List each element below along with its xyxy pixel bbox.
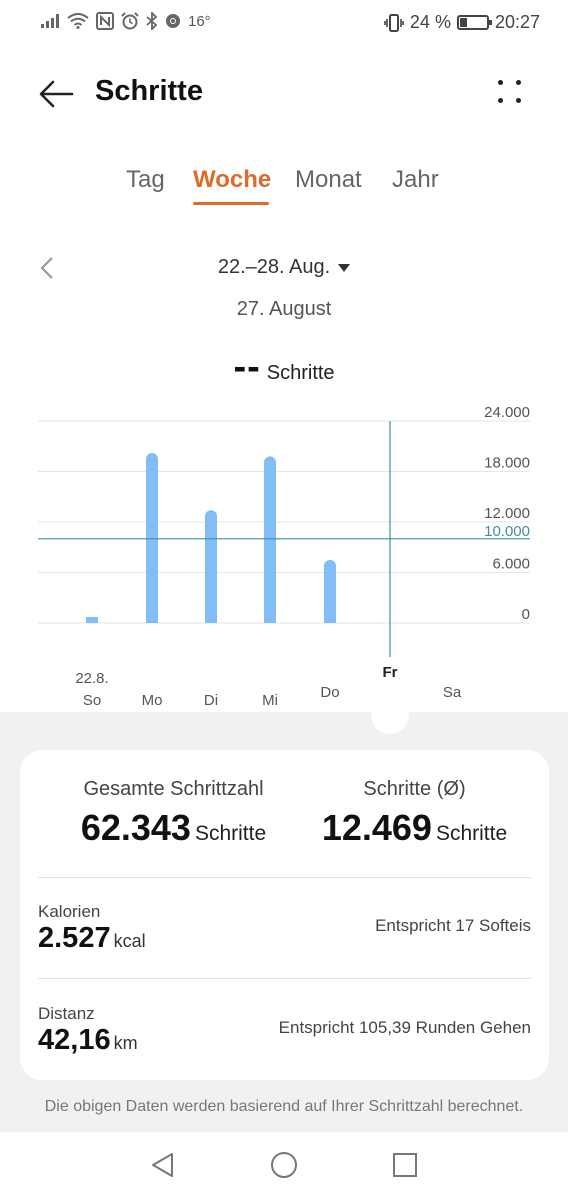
x-tick-label: Fr: [383, 664, 398, 681]
bar-base: [264, 617, 276, 623]
dot-icon: [498, 80, 503, 85]
total-steps-stat: Gesamte Schrittzahl 62.343 Schritte: [20, 778, 327, 849]
calories-unit: kcal: [113, 931, 146, 951]
divider: [38, 877, 531, 878]
x-tick-label: Do: [320, 684, 339, 701]
alarm-icon: [121, 12, 139, 30]
tab-woche[interactable]: Woche: [193, 166, 271, 194]
chart-cursor-handle[interactable]: [371, 696, 409, 734]
average-steps-label: Schritte (Ø): [363, 778, 466, 800]
total-steps-unit: Schritte: [194, 822, 267, 845]
bar-base: [324, 617, 336, 623]
nfc-icon: [96, 12, 114, 30]
bar: [264, 456, 276, 623]
steps-bar-chart[interactable]: 0 6.000 12.000 18.000 24.000 10.000 So Mo Di Mi Do…: [0, 395, 568, 715]
distance-value: 42,16: [38, 1024, 111, 1056]
calories-equivalent: Entspricht 17 Softeis: [375, 916, 531, 935]
triangle-back-icon: [152, 1153, 173, 1177]
total-steps-label: Gesamte Schrittzahl: [83, 778, 264, 800]
distance-equivalent: Entspricht 105,39 Runden Gehen: [278, 1018, 531, 1037]
tab-monat[interactable]: Monat: [295, 166, 362, 194]
nav-recents-button[interactable]: [390, 1150, 420, 1180]
bar-base: [205, 617, 217, 623]
average-steps-value: 12.469: [321, 807, 432, 848]
wifi-icon: [67, 13, 89, 29]
y-tick-label: 18.000: [484, 455, 530, 472]
bar-base: [86, 617, 98, 623]
divider: [38, 978, 531, 979]
bluetooth-icon: [146, 12, 158, 30]
chrome-icon: [166, 14, 180, 28]
bar: [205, 510, 217, 623]
selected-day-unit: Schritte: [266, 362, 335, 384]
calories-value: 2.527: [38, 922, 111, 954]
x-tick-label: So: [83, 692, 101, 709]
x-tick-label: Mo: [142, 692, 163, 709]
bar: [146, 452, 158, 623]
back-button[interactable]: [36, 74, 76, 114]
goal-line-label: 10.000: [484, 523, 530, 540]
previous-range-button[interactable]: [36, 256, 60, 280]
distance-unit: km: [113, 1033, 138, 1053]
nav-home-button[interactable]: [269, 1150, 299, 1180]
app-bar: Schritte: [0, 58, 568, 128]
battery-icon: [456, 15, 492, 30]
status-icons-right: 24 % 20:27: [384, 12, 540, 33]
clock: 20:27: [494, 12, 540, 32]
selected-date: 27. August: [236, 298, 332, 320]
dot-icon: [498, 98, 503, 103]
dot-icon: [516, 80, 521, 85]
caret-down-icon: [338, 263, 351, 272]
page-title: Schritte: [95, 75, 203, 107]
active-tab-indicator: [193, 202, 269, 205]
calories-row: Kalorien 2.527 kcal Entspricht 17 Softeis: [38, 902, 531, 955]
dot-icon: [516, 98, 521, 103]
temperature-text: 16°: [188, 12, 211, 30]
tab-jahr[interactable]: Jahr: [392, 166, 439, 194]
vibrate-icon: [384, 13, 404, 32]
first-date-label: 22.8.: [75, 670, 108, 687]
selected-day-summary: -- Schritte: [0, 346, 568, 389]
x-tick-label: Di: [204, 692, 218, 709]
chevron-left-icon: [40, 257, 53, 279]
y-tick-label: 6.000: [492, 556, 530, 573]
signal-icon: [41, 14, 59, 28]
y-tick-label: 0: [522, 606, 530, 623]
arrow-left-icon: [39, 80, 74, 108]
x-tick-label: Mi: [262, 692, 278, 709]
footnote: Die obigen Daten werden basierend auf Ih…: [44, 1098, 524, 1115]
battery-percent: 24 %: [409, 12, 451, 32]
date-range-label: 22.–28. Aug.: [217, 256, 331, 278]
total-steps-value: 62.343: [80, 807, 191, 848]
stats-card: Gesamte Schrittzahl 62.343 Schritte Schri…: [20, 750, 549, 1080]
more-options-button[interactable]: [494, 76, 528, 110]
date-range-selector[interactable]: 22.–28. Aug.: [0, 256, 568, 279]
bar: [324, 559, 336, 623]
y-tick-label: 24.000: [484, 404, 530, 421]
tab-tag[interactable]: Tag: [126, 166, 165, 194]
square-recents-icon: [393, 1153, 417, 1177]
status-bar: 16° 24 % 20:27: [0, 0, 568, 48]
nav-back-button[interactable]: [148, 1150, 178, 1180]
system-nav-bar: [0, 1132, 568, 1200]
period-tabs: Tag Woche Monat Jahr: [0, 166, 568, 216]
y-tick-label: 12.000: [484, 505, 530, 522]
average-steps-stat: Schritte (Ø) 12.469 Schritte: [282, 778, 547, 849]
circle-home-icon: [271, 1152, 297, 1178]
status-icons-left: 16°: [40, 12, 211, 30]
bar-base: [146, 617, 158, 623]
x-tick-label: Sa: [443, 684, 462, 701]
distance-row: Distanz 42,16 km Entspricht 105,39 Runden…: [38, 1004, 531, 1057]
average-steps-unit: Schritte: [435, 822, 508, 845]
selected-day-steps: --: [233, 346, 261, 388]
